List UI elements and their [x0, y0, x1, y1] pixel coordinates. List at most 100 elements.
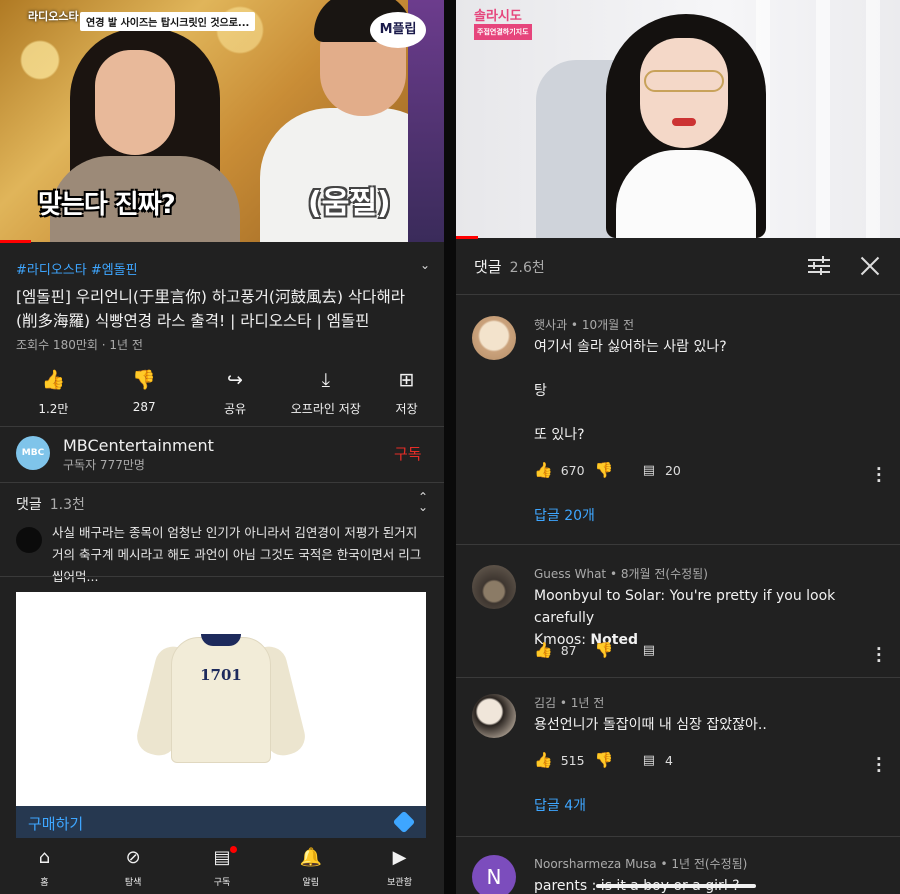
- video-subtitle-right: (움찔): [308, 186, 391, 221]
- share-label: 공유: [223, 402, 247, 416]
- comments-panel-header: 댓글 2.6천: [474, 256, 545, 277]
- video-progress-bar[interactable]: [456, 236, 479, 239]
- like-count: 670: [560, 462, 585, 478]
- expand-comments-icon[interactable]: ⌃ ⌄: [418, 491, 428, 513]
- commenter-avatar[interactable]: N: [472, 855, 516, 894]
- sort-filter-icon[interactable]: [808, 256, 830, 276]
- comment-text: 여기서 솔라 싫어하는 사람 있나? 탕 또 있나?: [534, 339, 727, 443]
- share-button[interactable]: ↪ 공유: [198, 368, 273, 417]
- view-replies-button[interactable]: 답글 4개: [534, 795, 586, 815]
- nav-subscriptions-label: 구독: [213, 878, 231, 888]
- show-logo: 라디오스타: [28, 10, 79, 23]
- comment-author[interactable]: Noorsharmeza Musa • 1년 전(수정됨): [534, 855, 747, 872]
- commenter-avatar[interactable]: [472, 565, 516, 609]
- save-button[interactable]: ⊞ 저장: [369, 368, 444, 417]
- reply-count: 4: [664, 752, 673, 768]
- bottom-navigation: ⌂ 홈 ⊘ 탐색 ▤ 구독 🔔 알림 ▶ 보관함: [0, 838, 444, 894]
- sweater-print-text: 1701: [200, 666, 242, 684]
- comment-text-line: Moonbyul to Solar: You're pretty if you …: [534, 588, 836, 626]
- buy-button[interactable]: 구매하기: [16, 806, 426, 838]
- channel-logo-text: 솔라시도: [474, 9, 522, 24]
- home-icon: ⌂: [38, 847, 51, 868]
- download-button[interactable]: ⤓ 오프라인 저장: [288, 368, 363, 417]
- commenter-avatar[interactable]: [472, 316, 516, 360]
- comment-actions: 👍 670 👎 ▤ 20: [534, 461, 681, 479]
- commenter-avatar[interactable]: [472, 694, 516, 738]
- share-icon: ↪: [227, 369, 243, 391]
- nav-library[interactable]: ▶ 보관함: [365, 838, 435, 894]
- like-button[interactable]: 👍 1.2만: [16, 368, 91, 417]
- more-options-icon[interactable]: · · ·: [876, 462, 882, 489]
- comments-count: 2.6천: [509, 260, 545, 276]
- more-options-icon[interactable]: · · ·: [876, 752, 882, 779]
- divider: [456, 294, 900, 295]
- comments-header[interactable]: 댓글 1.3천: [16, 494, 85, 514]
- ad-product-image[interactable]: 1701: [16, 592, 426, 806]
- nav-home[interactable]: ⌂ 홈: [9, 838, 79, 894]
- nav-explore-label: 탐색: [124, 878, 142, 888]
- comment-author[interactable]: 햇사과 • 10개월 전: [534, 316, 634, 333]
- video-player[interactable]: 솔라시도 주접연결하기지도: [456, 0, 900, 238]
- thumbs-up-icon[interactable]: 👍: [534, 751, 553, 769]
- channel-logo: 솔라시도 주접연결하기지도: [474, 10, 532, 40]
- bell-icon: 🔔: [299, 847, 322, 868]
- subscriptions-icon: ▤: [213, 847, 231, 868]
- split-screen-divider[interactable]: [444, 0, 456, 894]
- left-screen: 라디오스타 연경 발 사이즈는 탑시크릿인 것으로... M플립 맞는다 진짜?…: [0, 0, 444, 894]
- divider: [0, 482, 444, 483]
- divider: [456, 677, 900, 678]
- right-screen: 솔라시도 주접연결하기지도 댓글 2.6천 햇사과 • 10개월 전 여기서 솔라…: [456, 0, 900, 894]
- commenter-avatar: [16, 527, 42, 553]
- video-top-caption: 연경 발 사이즈는 탑시크릿인 것으로...: [80, 12, 256, 31]
- channel-logo-subtext: 주접연결하기지도: [474, 24, 532, 40]
- sweater-image: 1701: [133, 632, 309, 766]
- reply-icon[interactable]: ▤: [643, 753, 655, 768]
- divider: [0, 576, 444, 577]
- video-progress-bar[interactable]: [0, 240, 32, 243]
- thumbs-up-icon[interactable]: 👍: [534, 461, 553, 479]
- comment-preview[interactable]: 사실 배구라는 종목이 엄청난 인기가 아니라서 김연경이 저평가 된거지 거의…: [52, 522, 428, 588]
- thumbs-up-icon: 👍: [41, 369, 66, 391]
- view-replies-button[interactable]: 답글 20개: [534, 505, 595, 525]
- nav-home-label: 홈: [40, 878, 49, 888]
- like-count: 1.2만: [38, 402, 69, 416]
- comment-text: 용선언니가 돌잡이때 내 심장 잡았잖아..: [534, 717, 767, 733]
- thumbs-down-icon[interactable]: 👎: [595, 751, 643, 769]
- download-icon: ⤓: [321, 369, 330, 391]
- video-hashtags[interactable]: #라디오스타 #엠돌핀: [16, 259, 138, 278]
- thumbs-down-icon[interactable]: 👎: [595, 641, 643, 659]
- chevron-down-icon[interactable]: ⌄: [420, 258, 430, 272]
- nav-subscriptions[interactable]: ▤ 구독: [187, 838, 257, 894]
- thumbs-down-icon[interactable]: 👎: [595, 461, 643, 479]
- subscribe-button[interactable]: 구독: [394, 443, 422, 464]
- divider: [456, 544, 900, 545]
- comment-actions: 👍 87 👎 ▤: [534, 641, 665, 659]
- video-player[interactable]: 라디오스타 연경 발 사이즈는 탑시크릿인 것으로... M플립 맞는다 진짜?…: [0, 0, 444, 242]
- action-bar: 👍 1.2만 👎 287 ↪ 공유 ⤓ 오프라인 저장 ⊞ 저장: [0, 368, 444, 417]
- background-curtain: [816, 0, 830, 238]
- nav-library-label: 보관함: [387, 878, 412, 888]
- video-subtitle-left: 맞는다 진짜?: [38, 190, 176, 220]
- reply-icon[interactable]: ▤: [643, 643, 655, 658]
- channel-subscriber-count: 구독자 777만명: [63, 458, 145, 472]
- background-curtain: [866, 0, 880, 238]
- comments-label: 댓글: [474, 258, 502, 276]
- dislike-count: 287: [132, 400, 156, 414]
- divider: [456, 836, 900, 837]
- close-icon[interactable]: [860, 256, 880, 276]
- dislike-button[interactable]: 👎 287: [107, 368, 182, 417]
- nav-explore[interactable]: ⊘ 탐색: [98, 838, 168, 894]
- divider: [0, 426, 444, 427]
- comment-author[interactable]: Guess What • 8개월 전(수정됨): [534, 565, 708, 582]
- comment-author[interactable]: 김김 • 1년 전: [534, 694, 604, 711]
- more-options-icon[interactable]: · · ·: [876, 642, 882, 669]
- home-indicator[interactable]: [596, 884, 756, 888]
- thumbs-up-icon[interactable]: 👍: [534, 641, 553, 659]
- nav-notifications[interactable]: 🔔 알림: [276, 838, 346, 894]
- save-label: 저장: [395, 402, 418, 416]
- channel-name[interactable]: MBCentertainment: [63, 436, 214, 455]
- channel-avatar[interactable]: MBC: [16, 436, 50, 470]
- library-icon: ▶: [392, 847, 407, 868]
- reply-icon[interactable]: ▤: [643, 463, 655, 478]
- comments-label: 댓글: [16, 497, 42, 513]
